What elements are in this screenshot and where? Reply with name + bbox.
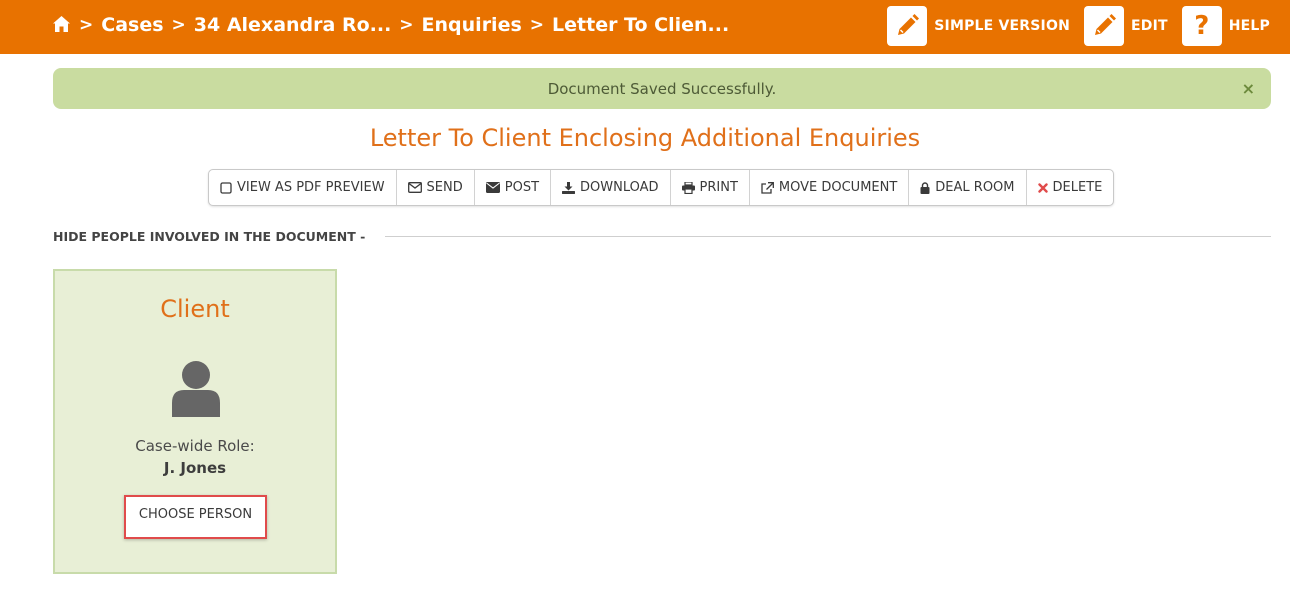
help-label: HELP [1228,18,1270,34]
delete-button[interactable]: DELETE [1027,170,1114,205]
breadcrumb-separator: > [399,15,414,35]
printer-icon [681,181,695,194]
case-wide-role-label: Case-wide Role: [135,437,255,455]
pencil-icon [1083,6,1124,46]
document-toolbar: VIEW AS PDF PREVIEW SEND POST DOWNLOAD P… [208,169,1115,206]
alert-message: Document Saved Successfully. [547,79,777,98]
breadcrumb-item-cases[interactable]: Cases [101,14,163,36]
breadcrumb-item-case[interactable]: 34 Alexandra Ro... [194,14,392,36]
simple-version-button[interactable]: SIMPLE VERSION [887,6,1070,46]
download-button[interactable]: DOWNLOAD [551,170,671,205]
breadcrumb-item-enquiries[interactable]: Enquiries [422,14,522,36]
envelope-outline-icon [407,182,422,193]
move-document-button[interactable]: MOVE DOCUMENT [750,170,910,205]
home-icon[interactable] [52,15,71,33]
deal-room-button[interactable]: DEAL ROOM [909,170,1027,205]
document-title: Letter To Client Enclosing Additional En… [369,124,921,152]
person-name: J. Jones [163,459,227,477]
success-alert: Document Saved Successfully. × [53,68,1271,109]
hide-people-toggle[interactable]: HIDE PEOPLE INVOLVED IN THE DOCUMENT - [53,229,365,244]
people-section-header: HIDE PEOPLE INVOLVED IN THE DOCUMENT - [53,228,1271,244]
breadcrumb: > Cases > 34 Alexandra Ro... > Enquiries… [52,0,729,50]
choose-person-highlight: CHOOSE PERSON [124,495,267,539]
question-icon: ? [1181,6,1222,46]
post-button[interactable]: POST [475,170,552,205]
pencil-icon [887,6,928,46]
print-button[interactable]: PRINT [671,170,750,205]
top-navigation-bar: > Cases > 34 Alexandra Ro... > Enquiries… [0,0,1290,54]
download-icon [562,181,576,194]
user-avatar-icon [169,359,223,417]
post-label: POST [504,180,540,195]
breadcrumb-item-current: Letter To Clien... [552,14,730,36]
help-button[interactable]: ? HELP [1181,6,1270,46]
breadcrumb-separator: > [529,15,545,35]
simple-version-label: SIMPLE VERSION [934,18,1070,34]
lock-icon [920,181,930,194]
external-link-icon [761,181,774,194]
times-icon [1037,182,1048,193]
breadcrumb-separator: > [171,15,186,35]
edit-button[interactable]: EDIT [1083,6,1168,46]
breadcrumb-separator: > [79,15,94,35]
envelope-icon [485,182,500,193]
top-actions: SIMPLE VERSION EDIT ? HELP [873,6,1270,46]
checkbox-square-icon [220,181,232,194]
deal-room-label: DEAL ROOM [935,180,1015,195]
view-pdf-preview-label: VIEW AS PDF PREVIEW [237,180,385,195]
send-label: SEND [426,180,463,195]
move-document-label: MOVE DOCUMENT [778,180,898,195]
client-role-card: Client Case-wide Role: J. Jones CHOOSE P… [53,269,337,574]
send-button[interactable]: SEND [397,170,475,205]
close-icon[interactable]: × [1242,79,1255,98]
view-pdf-preview-button[interactable]: VIEW AS PDF PREVIEW [209,170,397,205]
choose-person-button[interactable]: CHOOSE PERSON [139,507,252,522]
print-label: PRINT [699,180,738,195]
edit-label: EDIT [1130,18,1168,34]
role-title: Client [160,295,230,323]
section-divider [385,235,1271,237]
delete-label: DELETE [1052,180,1103,195]
download-label: DOWNLOAD [580,180,659,195]
